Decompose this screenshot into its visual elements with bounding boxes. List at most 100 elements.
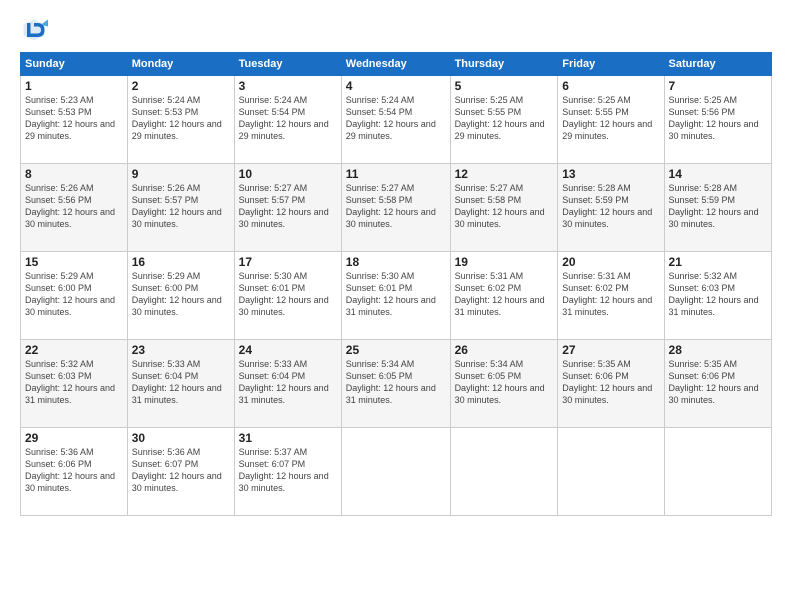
table-cell: 26 Sunrise: 5:34 AM Sunset: 6:05 PM Dayl…: [450, 340, 558, 428]
day-detail: Sunrise: 5:28 AM Sunset: 5:59 PM Dayligh…: [562, 182, 659, 231]
day-number: 5: [455, 79, 554, 93]
day-detail: Sunrise: 5:32 AM Sunset: 6:03 PM Dayligh…: [25, 358, 123, 407]
table-cell: [450, 428, 558, 516]
table-cell: 30 Sunrise: 5:36 AM Sunset: 6:07 PM Dayl…: [127, 428, 234, 516]
day-detail: Sunrise: 5:35 AM Sunset: 6:06 PM Dayligh…: [562, 358, 659, 407]
day-number: 26: [455, 343, 554, 357]
table-row: 22 Sunrise: 5:32 AM Sunset: 6:03 PM Dayl…: [21, 340, 772, 428]
table-cell: 6 Sunrise: 5:25 AM Sunset: 5:55 PM Dayli…: [558, 76, 664, 164]
table-cell: 21 Sunrise: 5:32 AM Sunset: 6:03 PM Dayl…: [664, 252, 771, 340]
day-detail: Sunrise: 5:36 AM Sunset: 6:07 PM Dayligh…: [132, 446, 230, 495]
table-cell: 24 Sunrise: 5:33 AM Sunset: 6:04 PM Dayl…: [234, 340, 341, 428]
day-detail: Sunrise: 5:27 AM Sunset: 5:58 PM Dayligh…: [455, 182, 554, 231]
day-detail: Sunrise: 5:26 AM Sunset: 5:56 PM Dayligh…: [25, 182, 123, 231]
col-thursday: Thursday: [450, 53, 558, 76]
table-cell: 13 Sunrise: 5:28 AM Sunset: 5:59 PM Dayl…: [558, 164, 664, 252]
table-cell: 8 Sunrise: 5:26 AM Sunset: 5:56 PM Dayli…: [21, 164, 128, 252]
table-cell: [341, 428, 450, 516]
table-cell: 23 Sunrise: 5:33 AM Sunset: 6:04 PM Dayl…: [127, 340, 234, 428]
day-number: 2: [132, 79, 230, 93]
calendar-body: 1 Sunrise: 5:23 AM Sunset: 5:53 PM Dayli…: [21, 76, 772, 516]
table-row: 8 Sunrise: 5:26 AM Sunset: 5:56 PM Dayli…: [21, 164, 772, 252]
day-number: 22: [25, 343, 123, 357]
table-cell: [558, 428, 664, 516]
table-cell: 10 Sunrise: 5:27 AM Sunset: 5:57 PM Dayl…: [234, 164, 341, 252]
table-cell: 29 Sunrise: 5:36 AM Sunset: 6:06 PM Dayl…: [21, 428, 128, 516]
day-number: 7: [669, 79, 767, 93]
day-number: 10: [239, 167, 337, 181]
day-number: 6: [562, 79, 659, 93]
table-cell: 15 Sunrise: 5:29 AM Sunset: 6:00 PM Dayl…: [21, 252, 128, 340]
day-number: 16: [132, 255, 230, 269]
table-cell: 20 Sunrise: 5:31 AM Sunset: 6:02 PM Dayl…: [558, 252, 664, 340]
day-number: 25: [346, 343, 446, 357]
day-number: 4: [346, 79, 446, 93]
table-cell: 19 Sunrise: 5:31 AM Sunset: 6:02 PM Dayl…: [450, 252, 558, 340]
day-number: 29: [25, 431, 123, 445]
table-cell: 9 Sunrise: 5:26 AM Sunset: 5:57 PM Dayli…: [127, 164, 234, 252]
day-detail: Sunrise: 5:36 AM Sunset: 6:06 PM Dayligh…: [25, 446, 123, 495]
table-cell: 17 Sunrise: 5:30 AM Sunset: 6:01 PM Dayl…: [234, 252, 341, 340]
day-detail: Sunrise: 5:25 AM Sunset: 5:56 PM Dayligh…: [669, 94, 767, 143]
day-detail: Sunrise: 5:37 AM Sunset: 6:07 PM Dayligh…: [239, 446, 337, 495]
day-detail: Sunrise: 5:28 AM Sunset: 5:59 PM Dayligh…: [669, 182, 767, 231]
day-number: 14: [669, 167, 767, 181]
day-detail: Sunrise: 5:31 AM Sunset: 6:02 PM Dayligh…: [562, 270, 659, 319]
day-number: 30: [132, 431, 230, 445]
table-cell: 14 Sunrise: 5:28 AM Sunset: 5:59 PM Dayl…: [664, 164, 771, 252]
table-cell: 27 Sunrise: 5:35 AM Sunset: 6:06 PM Dayl…: [558, 340, 664, 428]
table-cell: 3 Sunrise: 5:24 AM Sunset: 5:54 PM Dayli…: [234, 76, 341, 164]
day-number: 11: [346, 167, 446, 181]
day-detail: Sunrise: 5:25 AM Sunset: 5:55 PM Dayligh…: [562, 94, 659, 143]
day-detail: Sunrise: 5:35 AM Sunset: 6:06 PM Dayligh…: [669, 358, 767, 407]
day-number: 9: [132, 167, 230, 181]
day-number: 1: [25, 79, 123, 93]
day-detail: Sunrise: 5:24 AM Sunset: 5:53 PM Dayligh…: [132, 94, 230, 143]
day-number: 13: [562, 167, 659, 181]
day-detail: Sunrise: 5:29 AM Sunset: 6:00 PM Dayligh…: [25, 270, 123, 319]
table-cell: 28 Sunrise: 5:35 AM Sunset: 6:06 PM Dayl…: [664, 340, 771, 428]
day-detail: Sunrise: 5:30 AM Sunset: 6:01 PM Dayligh…: [239, 270, 337, 319]
calendar: Sunday Monday Tuesday Wednesday Thursday…: [20, 52, 772, 516]
table-row: 29 Sunrise: 5:36 AM Sunset: 6:06 PM Dayl…: [21, 428, 772, 516]
day-detail: Sunrise: 5:34 AM Sunset: 6:05 PM Dayligh…: [346, 358, 446, 407]
header: [20, 16, 772, 44]
day-detail: Sunrise: 5:24 AM Sunset: 5:54 PM Dayligh…: [239, 94, 337, 143]
day-number: 12: [455, 167, 554, 181]
col-saturday: Saturday: [664, 53, 771, 76]
logo-icon: [20, 16, 48, 44]
header-row: Sunday Monday Tuesday Wednesday Thursday…: [21, 53, 772, 76]
table-cell: 16 Sunrise: 5:29 AM Sunset: 6:00 PM Dayl…: [127, 252, 234, 340]
day-detail: Sunrise: 5:32 AM Sunset: 6:03 PM Dayligh…: [669, 270, 767, 319]
table-cell: 31 Sunrise: 5:37 AM Sunset: 6:07 PM Dayl…: [234, 428, 341, 516]
day-number: 31: [239, 431, 337, 445]
day-number: 17: [239, 255, 337, 269]
table-cell: 4 Sunrise: 5:24 AM Sunset: 5:54 PM Dayli…: [341, 76, 450, 164]
day-number: 3: [239, 79, 337, 93]
day-number: 18: [346, 255, 446, 269]
page: Sunday Monday Tuesday Wednesday Thursday…: [0, 0, 792, 612]
table-cell: 11 Sunrise: 5:27 AM Sunset: 5:58 PM Dayl…: [341, 164, 450, 252]
day-number: 23: [132, 343, 230, 357]
day-number: 24: [239, 343, 337, 357]
col-friday: Friday: [558, 53, 664, 76]
table-row: 15 Sunrise: 5:29 AM Sunset: 6:00 PM Dayl…: [21, 252, 772, 340]
day-detail: Sunrise: 5:25 AM Sunset: 5:55 PM Dayligh…: [455, 94, 554, 143]
logo: [20, 16, 52, 44]
day-number: 21: [669, 255, 767, 269]
day-number: 8: [25, 167, 123, 181]
table-cell: 25 Sunrise: 5:34 AM Sunset: 6:05 PM Dayl…: [341, 340, 450, 428]
day-detail: Sunrise: 5:29 AM Sunset: 6:00 PM Dayligh…: [132, 270, 230, 319]
table-cell: 2 Sunrise: 5:24 AM Sunset: 5:53 PM Dayli…: [127, 76, 234, 164]
col-sunday: Sunday: [21, 53, 128, 76]
col-tuesday: Tuesday: [234, 53, 341, 76]
day-detail: Sunrise: 5:33 AM Sunset: 6:04 PM Dayligh…: [132, 358, 230, 407]
day-detail: Sunrise: 5:27 AM Sunset: 5:58 PM Dayligh…: [346, 182, 446, 231]
table-cell: [664, 428, 771, 516]
table-cell: 18 Sunrise: 5:30 AM Sunset: 6:01 PM Dayl…: [341, 252, 450, 340]
day-detail: Sunrise: 5:30 AM Sunset: 6:01 PM Dayligh…: [346, 270, 446, 319]
day-detail: Sunrise: 5:33 AM Sunset: 6:04 PM Dayligh…: [239, 358, 337, 407]
day-detail: Sunrise: 5:27 AM Sunset: 5:57 PM Dayligh…: [239, 182, 337, 231]
day-number: 15: [25, 255, 123, 269]
calendar-header: Sunday Monday Tuesday Wednesday Thursday…: [21, 53, 772, 76]
